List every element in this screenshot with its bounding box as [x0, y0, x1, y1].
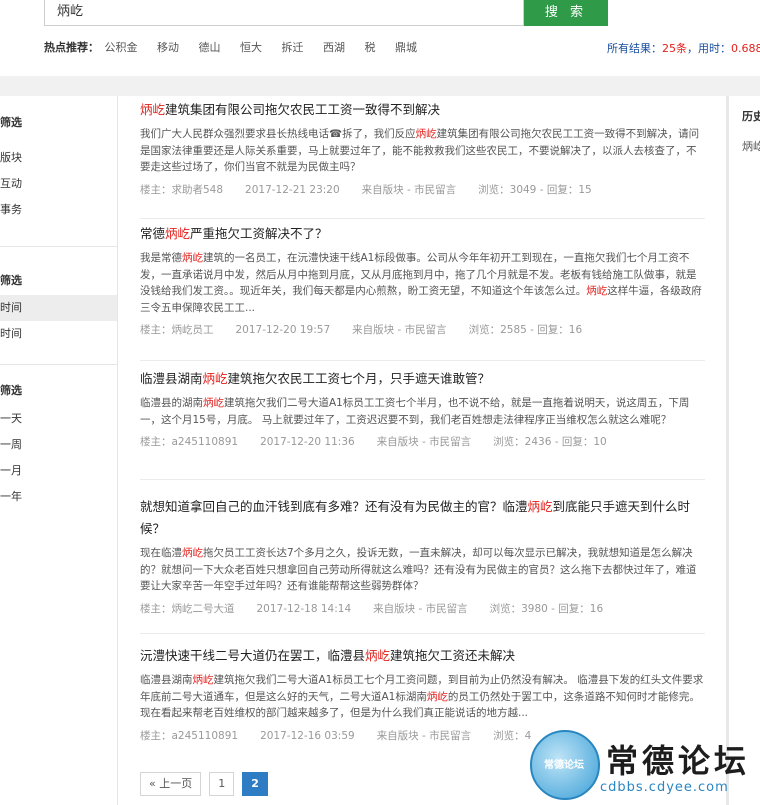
prev-page-button[interactable]: « 上一页	[140, 772, 202, 796]
site-watermark: 常德论坛 常德论坛 cdbbs.cdyee.com	[530, 724, 760, 805]
list-item: 临澧县湖南炳屹建筑拖欠农民工工资七个月，只手遮天谁敢管？ 临澧县的湖南炳屹建筑拖…	[140, 368, 705, 480]
hot-recommend: 热点推荐： 公积金 移动 德山 恒大 拆迁 西湖 税 鼎城	[44, 39, 433, 55]
search-input[interactable]: 炳屹	[44, 0, 524, 26]
hot-label: 热点推荐：	[44, 41, 99, 54]
filter-divider	[0, 246, 117, 247]
history-item[interactable]: 炳屹	[742, 138, 760, 154]
watermark-url: cdbbs.cdyee.com	[600, 780, 729, 795]
post-title[interactable]: 常德炳屹严重拖欠工资解决不了？	[140, 223, 705, 245]
hot-link[interactable]: 拆迁	[282, 41, 304, 54]
filter-item[interactable]: 版块	[0, 145, 117, 171]
history-title: 历史	[742, 110, 760, 123]
hot-link[interactable]: 税	[365, 41, 376, 54]
list-item: 就想知道拿回自己的血汗钱到底有多难？还有没有为民做主的官？临澧炳屹到底能只手遮天…	[140, 496, 705, 634]
page-2-button[interactable]: 2	[242, 772, 268, 796]
page-1-button[interactable]: 1	[209, 772, 235, 796]
result-summary: 所有结果：25条，用时：0.68868	[607, 42, 760, 55]
filter-item[interactable]: 一天	[0, 406, 117, 432]
post-title[interactable]: 炳屹建筑集团有限公司拖欠农民工工资一致得不到解决	[140, 99, 705, 121]
divider-band	[0, 76, 760, 96]
post-excerpt: 临澧县湖南炳屹建筑拖欠我们二号大道A1标员工七个月工资问题，到目前为止仍然没有解…	[140, 674, 704, 719]
pagination: « 上一页 1 2	[140, 772, 268, 796]
history-panel: 历史 炳屹	[726, 96, 760, 805]
filter-item[interactable]: 互动	[0, 171, 117, 197]
post-meta: 楼主：炳屹二号大道 2017-12-18 14:14 来自版块 - 市民留言 浏览：3…	[140, 602, 604, 615]
filter-group-title: 筛选	[0, 116, 22, 129]
hot-link[interactable]: 德山	[199, 41, 221, 54]
post-title[interactable]: 就想知道拿回自己的血汗钱到底有多难？还有没有为民做主的官？临澧炳屹到底能只手遮天…	[140, 496, 705, 540]
filter-item[interactable]: 一年	[0, 484, 117, 510]
top-bar: 炳屹 搜 索 热点推荐： 公积金 移动 德山 恒大 拆迁 西湖 税 鼎城 所有结…	[0, 0, 760, 76]
post-title[interactable]: 沅澧快速干线二号大道仍在罢工，临澧县炳屹建筑拖欠工资还未解决	[140, 645, 705, 667]
watermark-title: 常德论坛	[606, 742, 751, 780]
filter-item[interactable]: 一月	[0, 458, 117, 484]
filter-group-title: 筛选	[0, 274, 22, 287]
post-excerpt: 临澧县的湖南炳屹建筑拖欠我们二号大道A1标员工工资七个半月，也不说不给，就是一直…	[140, 397, 690, 426]
filter-item[interactable]: 一周	[0, 432, 117, 458]
filter-sidebar: 筛选 版块 互动 事务 筛选 时间 时间 筛选 一天 一周 一月 一年	[0, 96, 118, 805]
filter-group-title: 筛选	[0, 384, 22, 397]
filter-item[interactable]: 事务	[0, 197, 117, 223]
post-title[interactable]: 临澧县湖南炳屹建筑拖欠农民工工资七个月，只手遮天谁敢管？	[140, 368, 705, 390]
filter-item[interactable]: 时间	[0, 321, 117, 347]
search-button[interactable]: 搜 索	[524, 0, 608, 26]
post-excerpt: 我是常德炳屹建筑的一名员工，在沅澧快速干线A1标段做事。公司从今年年初开工到现在…	[140, 252, 702, 314]
hot-link[interactable]: 移动	[157, 41, 179, 54]
hot-link[interactable]: 恒大	[240, 41, 262, 54]
hot-link[interactable]: 公积金	[105, 41, 138, 54]
filter-divider	[0, 364, 117, 365]
list-item: 炳屹建筑集团有限公司拖欠农民工工资一致得不到解决 我们广大人民群众强烈要求县长热…	[140, 99, 705, 219]
hot-link[interactable]: 西湖	[323, 41, 345, 54]
post-meta: 楼主：炳屹员工 2017-12-20 19:57 来自版块 - 市民留言 浏览：258…	[140, 324, 583, 336]
filter-item-active[interactable]: 时间	[0, 295, 117, 321]
post-excerpt: 现在临澧炳屹拖欠员工工资长达7个多月之久，投诉无数，一直未解决，却可以每次显示已…	[140, 547, 697, 592]
list-item: 常德炳屹严重拖欠工资解决不了？ 我是常德炳屹建筑的一名员工，在沅澧快速干线A1标…	[140, 223, 705, 361]
post-meta: 楼主：a245110891 2017-12-20 11:36 来自版块 - 市民留言…	[140, 436, 607, 448]
post-meta: 楼主：求助者548 2017-12-21 23:20 来自版块 - 市民留言 浏览：3…	[140, 183, 592, 196]
watermark-logo-icon: 常德论坛	[530, 730, 600, 800]
hot-link[interactable]: 鼎城	[395, 41, 417, 54]
post-excerpt: 我们广大人民群众强烈要求县长热线电话☎拆了，我们反应炳屹建筑集团有限公司拖欠农民…	[140, 128, 700, 173]
